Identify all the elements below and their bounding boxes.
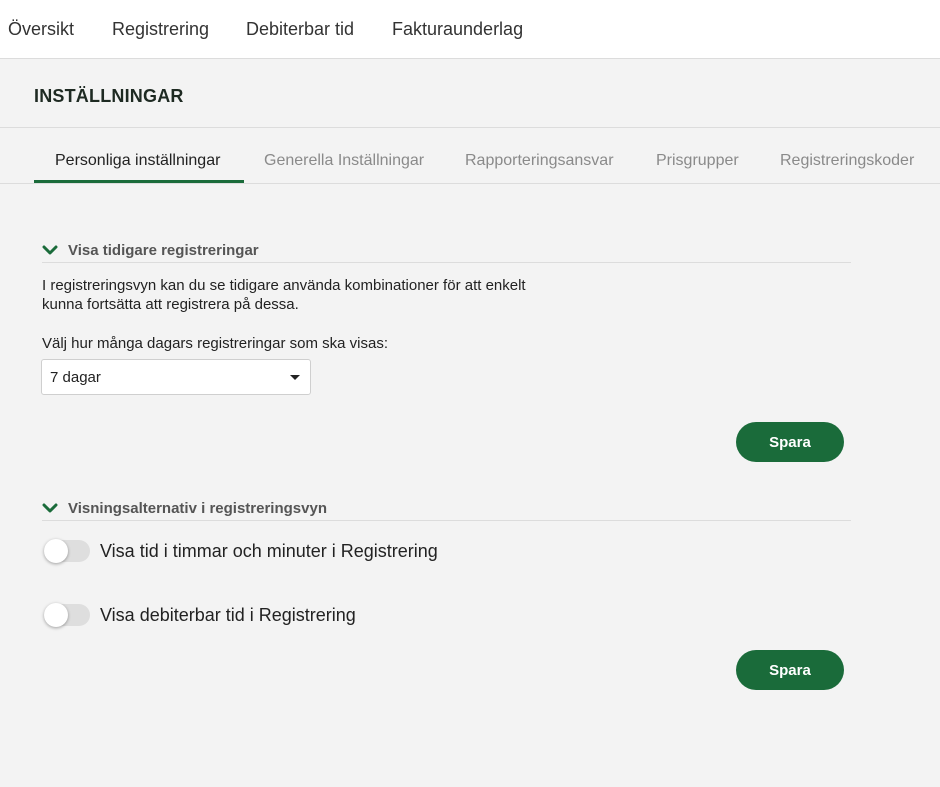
tab-generella-installningar[interactable]: Generella Inställningar [264,152,424,170]
toggle-label: Visa debiterbar tid i Registrering [100,605,356,625]
section-header-visningsalternativ[interactable]: Visningsalternativ i registreringsvyn [42,499,851,521]
toggle-knob [44,603,68,627]
days-select[interactable]: 7 dagar [41,359,311,395]
top-navigation: Översikt Registrering Debiterbar tid Fak… [0,0,940,59]
section-description-line-1: I registreringsvyn kan du se tidigare an… [42,277,526,294]
page-header: INSTÄLLNINGAR [0,60,940,128]
nav-item-debiterbar-tid[interactable]: Debiterbar tid [246,19,354,40]
tab-registreringskoder[interactable]: Registreringskoder [780,152,914,170]
nav-item-fakturaunderlag[interactable]: Fakturaunderlag [392,19,523,40]
toggle-knob [44,539,68,563]
toggle-switch-timmar-minuter[interactable] [44,539,90,563]
nav-item-registrering[interactable]: Registrering [112,19,209,40]
save-button[interactable]: Spara [736,422,844,462]
page-title: INSTÄLLNINGAR [34,86,184,106]
select-value: 7 dagar [50,369,101,386]
settings-tabs: Personliga inställningar Generella Instä… [0,128,940,184]
toggle-label: Visa tid i timmar och minuter i Registre… [100,541,438,561]
section-title: Visningsalternativ i registreringsvyn [68,500,327,517]
save-button[interactable]: Spara [736,650,844,690]
active-tab-indicator [34,180,244,183]
tab-prisgrupper[interactable]: Prisgrupper [656,152,739,170]
tab-personliga-installningar[interactable]: Personliga inställningar [55,152,220,170]
section-header-visa-tidigare[interactable]: Visa tidigare registreringar [42,241,851,263]
caret-down-icon [290,375,300,380]
select-label: Välj hur många dagars registreringar som… [42,335,388,352]
chevron-down-icon [42,503,58,513]
toggle-row-timmar-minuter: Visa tid i timmar och minuter i Registre… [44,537,544,565]
toggle-switch-debiterbar-tid[interactable] [44,603,90,627]
section-title: Visa tidigare registreringar [68,242,259,259]
tab-rapporteringsansvar[interactable]: Rapporteringsansvar [465,152,614,170]
section-description-line-2: kunna fortsätta att registrera på dessa. [42,296,299,313]
chevron-down-icon [42,245,58,255]
nav-item-oversikt[interactable]: Översikt [8,19,74,40]
toggle-row-debiterbar-tid: Visa debiterbar tid i Registrering [44,601,544,629]
